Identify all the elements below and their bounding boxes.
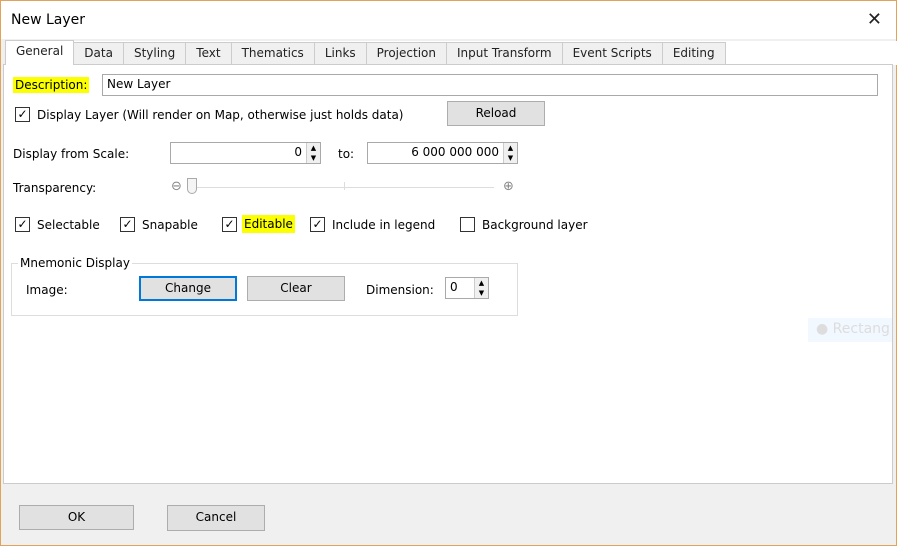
- tab-thematics[interactable]: Thematics: [230, 42, 315, 65]
- tab-projection[interactable]: Projection: [365, 42, 447, 65]
- dimension-spinner[interactable]: ▲ ▼: [474, 278, 488, 298]
- scale-to-input[interactable]: 6 000 000 000 ▲ ▼: [367, 142, 518, 164]
- editable-label: Editable: [242, 215, 295, 233]
- window-title: New Layer: [11, 12, 86, 28]
- editable-checkbox[interactable]: ✓: [222, 217, 237, 232]
- display-layer-label: Display Layer (Will render on Map, other…: [37, 108, 404, 122]
- ghost-drag-item: ● Rectang: [808, 318, 892, 342]
- description-label: Description:: [13, 77, 90, 93]
- include-in-legend-label: Include in legend: [332, 218, 436, 232]
- ghost-item-label: Rectang: [832, 321, 890, 337]
- tab-links[interactable]: Links: [313, 42, 367, 65]
- background-layer-checkbox[interactable]: [460, 217, 475, 232]
- transparency-label: Transparency:: [13, 181, 97, 195]
- background-layer-label: Background layer: [482, 218, 588, 232]
- selectable-label: Selectable: [37, 218, 100, 232]
- title-bar: New Layer ✕: [1, 1, 896, 39]
- tab-text[interactable]: Text: [185, 42, 232, 65]
- tab-styling[interactable]: Styling: [122, 42, 187, 65]
- dimension-value: 0: [450, 280, 458, 294]
- scale-to-value: 6 000 000 000: [411, 145, 499, 159]
- transparency-slider-thumb[interactable]: [187, 178, 197, 194]
- tab-editing[interactable]: Editing: [661, 42, 726, 65]
- to-label: to:: [338, 147, 355, 161]
- selectable-checkbox[interactable]: ✓: [15, 217, 30, 232]
- zoom-in-icon[interactable]: ⊕: [503, 179, 514, 194]
- tab-bar: General Data Styling Text Thematics Link…: [5, 40, 897, 65]
- transparency-tick: [344, 182, 345, 190]
- close-icon[interactable]: ✕: [867, 9, 882, 30]
- scale-label: Display from Scale:: [13, 147, 130, 161]
- change-button[interactable]: Change: [139, 276, 237, 301]
- scale-from-input[interactable]: 0 ▲ ▼: [170, 142, 321, 164]
- description-input[interactable]: New Layer: [102, 74, 878, 96]
- clear-button[interactable]: Clear: [247, 276, 345, 301]
- dimension-label: Dimension:: [366, 283, 434, 297]
- circle-icon: ●: [816, 321, 829, 337]
- general-panel: Description: New Layer ✓ Display Layer (…: [3, 64, 893, 484]
- snapable-label: Snapable: [142, 218, 198, 232]
- tab-data[interactable]: Data: [73, 42, 124, 65]
- image-label: Image:: [26, 283, 68, 297]
- snapable-checkbox[interactable]: ✓: [120, 217, 135, 232]
- scale-to-spinner[interactable]: ▲ ▼: [503, 143, 517, 163]
- dialog-window: New Layer ✕ General Data Styling Text Th…: [0, 0, 897, 546]
- display-layer-checkbox[interactable]: ✓: [15, 107, 30, 122]
- include-in-legend-checkbox[interactable]: ✓: [310, 217, 325, 232]
- reload-button[interactable]: Reload: [447, 101, 545, 126]
- zoom-out-icon[interactable]: ⊖: [171, 179, 182, 194]
- scale-from-spinner[interactable]: ▲ ▼: [306, 143, 320, 163]
- dimension-input[interactable]: 0 ▲ ▼: [445, 277, 489, 299]
- tab-event-scripts[interactable]: Event Scripts: [561, 42, 663, 65]
- tab-input-transform[interactable]: Input Transform: [445, 42, 563, 65]
- ok-button[interactable]: OK: [19, 505, 134, 530]
- tab-general[interactable]: General: [5, 40, 75, 65]
- mnemonic-title: Mnemonic Display: [18, 256, 132, 270]
- cancel-button[interactable]: Cancel: [167, 505, 265, 531]
- scale-from-value: 0: [294, 145, 302, 159]
